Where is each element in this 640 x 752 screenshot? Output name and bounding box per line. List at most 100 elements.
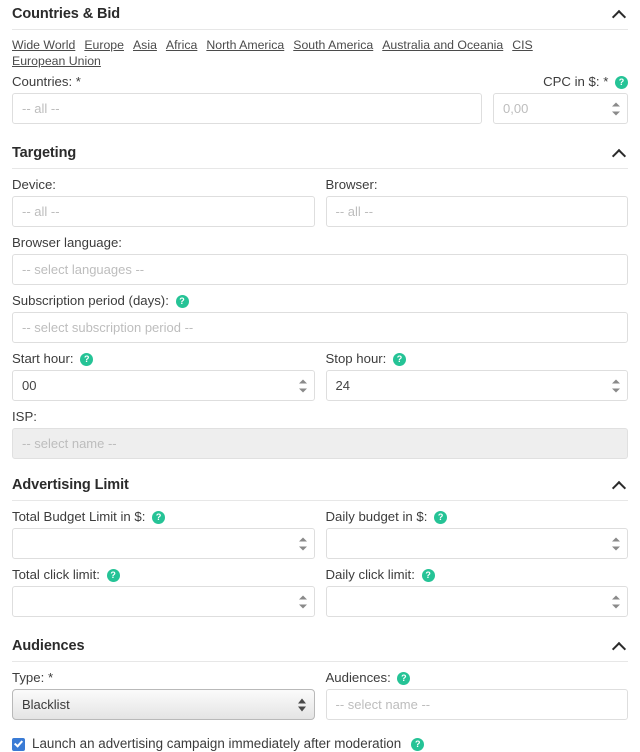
- chevron-up-icon[interactable]: [612, 638, 628, 654]
- total-budget-input-wrap: [12, 528, 315, 559]
- field-isp: ISP: -- select name --: [12, 408, 628, 459]
- help-icon[interactable]: ?: [411, 737, 425, 751]
- isp-input: -- select name --: [12, 428, 628, 459]
- region-link-north-america[interactable]: North America: [206, 37, 284, 53]
- help-icon[interactable]: ?: [80, 353, 94, 366]
- section-title-advertising-limit: Advertising Limit: [12, 477, 129, 493]
- help-icon[interactable]: ?: [152, 511, 166, 524]
- chevron-up-icon[interactable]: [612, 6, 628, 22]
- browser-language-input[interactable]: -- select languages --: [12, 254, 628, 285]
- select-arrows-icon: [297, 697, 307, 712]
- countries-required-marker: *: [75, 74, 81, 89]
- number-spinner-icon[interactable]: [298, 594, 308, 609]
- browser-label: Browser:: [325, 177, 378, 192]
- audience-type-selected-value: Blacklist: [22, 697, 70, 712]
- daily-budget-label: Daily budget in $: ?: [326, 508, 629, 525]
- field-device: Device: -- all --: [12, 176, 315, 227]
- field-start-hour: Start hour: ? 00: [12, 350, 315, 401]
- number-spinner-icon[interactable]: [298, 378, 308, 393]
- region-links-list: Wide World Europe Asia Africa North Amer…: [12, 37, 628, 69]
- stop-hour-input[interactable]: 24: [325, 370, 628, 401]
- browser-language-label: Browser language:: [12, 235, 122, 250]
- region-link-wide-world[interactable]: Wide World: [12, 37, 75, 53]
- field-total-budget: Total Budget Limit in $: ?: [12, 508, 315, 559]
- countries-label-text: Countries:: [12, 74, 73, 89]
- total-budget-input[interactable]: [12, 528, 315, 559]
- launch-campaign-checkbox-row: Launch an advertising campaign immediate…: [12, 736, 628, 752]
- isp-label: ISP:: [12, 409, 37, 424]
- field-browser-language: Browser language: -- select languages --: [12, 234, 628, 285]
- field-total-click-limit: Total click limit: ?: [12, 566, 315, 617]
- region-link-european-union[interactable]: European Union: [12, 53, 101, 69]
- audience-type-select[interactable]: Blacklist: [12, 689, 315, 720]
- region-link-cis[interactable]: CIS: [512, 37, 533, 53]
- countries-input[interactable]: -- all --: [12, 93, 482, 124]
- number-spinner-icon[interactable]: [612, 378, 621, 393]
- start-hour-input-wrap: 00: [12, 370, 315, 401]
- field-stop-hour: Stop hour: ? 24: [325, 350, 629, 401]
- countries-label: Countries: *: [12, 73, 482, 90]
- section-audiences: Audiences Type: * Blacklist Audiences: ?: [12, 632, 628, 752]
- section-title-targeting: Targeting: [12, 145, 77, 161]
- section-advertising-limit: Advertising Limit Total Budget Limit in …: [12, 471, 628, 624]
- help-icon[interactable]: ?: [397, 672, 411, 685]
- daily-click-limit-label-text: Daily click limit:: [325, 567, 415, 582]
- number-spinner-icon[interactable]: [612, 101, 621, 116]
- subscription-period-input[interactable]: -- select subscription period --: [12, 312, 628, 343]
- help-icon[interactable]: ?: [434, 511, 448, 524]
- stop-hour-input-wrap: 24: [325, 370, 628, 401]
- section-header-countries-bid[interactable]: Countries & Bid: [12, 0, 628, 30]
- start-hour-label-text: Start hour:: [12, 351, 74, 366]
- region-link-south-america[interactable]: South America: [293, 37, 373, 53]
- help-icon[interactable]: ?: [421, 569, 435, 582]
- help-icon[interactable]: ?: [393, 353, 407, 366]
- total-click-limit-label: Total click limit: ?: [12, 566, 315, 583]
- stop-hour-label: Stop hour: ?: [326, 350, 629, 367]
- campaign-settings-form: Countries & Bid Wide World Europe Asia A…: [0, 0, 640, 751]
- audiences-label: Audiences: ?: [326, 669, 629, 686]
- region-link-asia[interactable]: Asia: [133, 37, 157, 53]
- cpc-input-wrap: 0,00: [493, 93, 628, 124]
- daily-click-limit-input[interactable]: [325, 586, 628, 617]
- daily-click-limit-input-wrap: [325, 586, 628, 617]
- region-link-australia-oceania[interactable]: Australia and Oceania: [382, 37, 503, 53]
- number-spinner-icon[interactable]: [612, 536, 621, 551]
- audience-type-label-text: Type:: [12, 670, 45, 685]
- daily-budget-input[interactable]: [325, 528, 628, 559]
- section-header-advertising-limit[interactable]: Advertising Limit: [12, 471, 628, 501]
- field-browser: Browser: -- all --: [325, 176, 628, 227]
- section-header-audiences[interactable]: Audiences: [12, 632, 628, 662]
- region-link-europe[interactable]: Europe: [84, 37, 124, 53]
- cpc-label: CPC in $: * ?: [493, 73, 628, 90]
- region-link-africa[interactable]: Africa: [166, 37, 197, 53]
- field-cpc: CPC in $: * ? 0,00: [493, 73, 628, 124]
- help-icon[interactable]: ?: [106, 569, 120, 582]
- chevron-up-icon[interactable]: [612, 145, 628, 161]
- browser-input[interactable]: -- all --: [325, 196, 628, 227]
- total-click-limit-input-wrap: [12, 586, 315, 617]
- field-countries: Countries: * -- all --: [12, 73, 482, 124]
- number-spinner-icon[interactable]: [612, 594, 621, 609]
- start-hour-input[interactable]: 00: [12, 370, 315, 401]
- subscription-period-label-text: Subscription period (days):: [12, 293, 169, 308]
- daily-budget-input-wrap: [325, 528, 628, 559]
- stop-hour-label-text: Stop hour:: [325, 351, 387, 366]
- help-icon[interactable]: ?: [615, 76, 628, 89]
- device-input[interactable]: -- all --: [12, 196, 315, 227]
- section-header-targeting[interactable]: Targeting: [12, 139, 628, 169]
- chevron-up-icon[interactable]: [612, 477, 628, 493]
- cpc-required-marker: *: [603, 74, 609, 89]
- cpc-input[interactable]: 0,00: [493, 93, 628, 124]
- total-click-limit-input[interactable]: [12, 586, 315, 617]
- total-click-limit-label-text: Total click limit:: [12, 567, 100, 582]
- help-icon[interactable]: ?: [175, 295, 189, 308]
- audiences-input[interactable]: -- select name --: [325, 689, 628, 720]
- checkbox-checked-icon[interactable]: [12, 737, 25, 751]
- section-countries-bid: Countries & Bid Wide World Europe Asia A…: [12, 0, 628, 131]
- section-title-audiences: Audiences: [12, 638, 85, 654]
- number-spinner-icon[interactable]: [298, 536, 308, 551]
- total-budget-label: Total Budget Limit in $: ?: [12, 508, 315, 525]
- total-budget-label-text: Total Budget Limit in $:: [12, 509, 146, 524]
- audiences-label-text: Audiences:: [325, 670, 391, 685]
- field-audience-type: Type: * Blacklist: [12, 669, 315, 720]
